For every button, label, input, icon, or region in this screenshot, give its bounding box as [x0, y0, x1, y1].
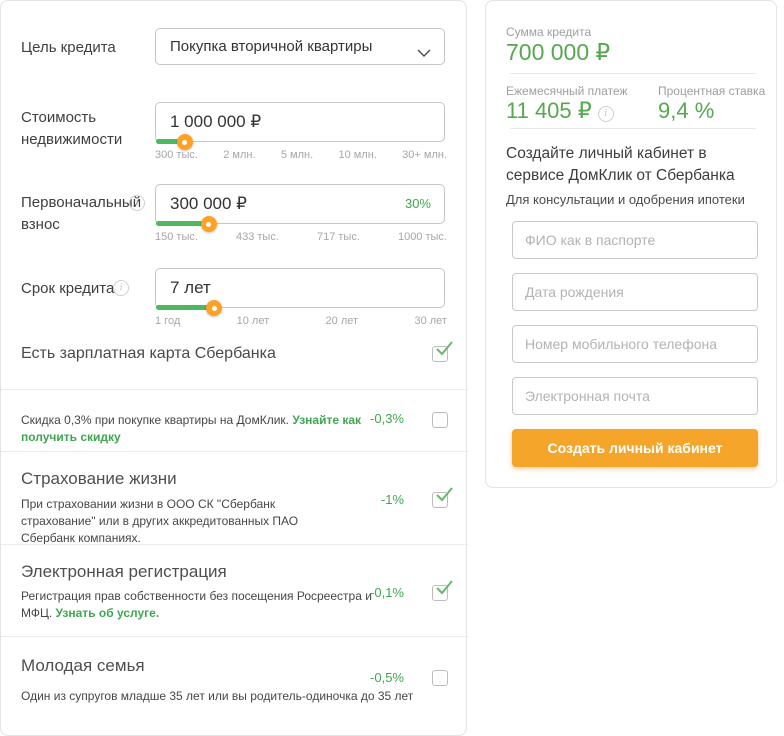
divider	[1, 544, 468, 545]
checkmark-icon	[435, 487, 453, 502]
goal-select-value: Покупка вторичной квартиры	[170, 29, 372, 64]
down-payment-slider-handle[interactable]	[201, 216, 217, 232]
life-insurance-discount-value: -1%	[381, 492, 404, 507]
tick-label: 30+ млн.	[402, 149, 447, 161]
term-slider-handle[interactable]	[206, 300, 222, 316]
e-registration-link[interactable]: Узнать об услуге.	[56, 606, 160, 620]
e-registration-description: Регистрация прав собственности без посещ…	[21, 588, 373, 622]
tick-label: 10 млн.	[338, 149, 376, 161]
loan-amount-label: Сумма кредита	[506, 25, 591, 39]
tick-label: 150 тыс.	[155, 231, 198, 243]
tick-label: 433 тыс.	[236, 231, 279, 243]
goal-label: Цель кредита	[21, 37, 116, 59]
info-icon[interactable]: i	[598, 106, 614, 122]
info-icon[interactable]: i	[129, 195, 145, 211]
mortgage-calculator-page: Цель кредита Покупка вторичной квартиры …	[0, 0, 784, 722]
tick-label: 5 млн.	[281, 149, 313, 161]
tick-label: 300 тыс.	[155, 149, 198, 161]
life-insurance-description: При страховании жизни в ООО СК "Сбербанк…	[21, 496, 333, 547]
create-account-button[interactable]: Создать личный кабинет	[512, 429, 758, 467]
life-insurance-title: Страхование жизни	[21, 469, 177, 489]
goal-select[interactable]: Покупка вторичной квартиры	[155, 28, 445, 65]
signup-subtitle: Для консультации и одобрения ипотеки	[506, 192, 745, 207]
phone-field[interactable]	[512, 325, 758, 363]
loan-amount-value: 700 000 ₽	[506, 39, 610, 66]
salary-card-checkbox[interactable]	[432, 346, 448, 362]
down-payment-slider-ticks: 150 тыс. 433 тыс. 717 тыс. 1000 тыс.	[155, 231, 447, 243]
email-field[interactable]	[512, 377, 758, 415]
full-name-field[interactable]	[512, 221, 758, 259]
salary-card-label: Есть зарплатная карта Сбербанка	[21, 345, 276, 363]
e-registration-checkbox[interactable]	[432, 585, 448, 601]
tick-label: 30 лет	[414, 315, 447, 327]
domclick-discount-checkbox[interactable]	[432, 412, 448, 428]
monthly-payment-label: Ежемесячный платеж	[506, 84, 628, 98]
divider	[1, 636, 468, 637]
tick-label: 20 лет	[326, 315, 359, 327]
domclick-discount-text: Скидка 0,3% при покупке квартиры на ДомК…	[21, 412, 373, 446]
term-label: Срок кредита	[21, 278, 114, 300]
tick-label: 1000 тыс.	[398, 231, 447, 243]
monthly-payment-value: 11 405 ₽ i	[506, 98, 614, 124]
down-payment-label: Первоначальный взнос	[21, 192, 143, 236]
young-family-discount-value: -0,5%	[370, 670, 404, 685]
term-value: 7 лет	[170, 269, 211, 307]
e-registration-discount-value: -0,1%	[370, 585, 404, 600]
domclick-discount-description: Скидка 0,3% при покупке квартиры на ДомК…	[21, 413, 289, 427]
e-registration-title: Электронная регистрация	[21, 562, 227, 582]
chevron-down-icon	[417, 44, 431, 62]
life-insurance-checkbox[interactable]	[432, 492, 448, 508]
term-slider-ticks: 1 год 10 лет 20 лет 30 лет	[155, 315, 447, 327]
young-family-title: Молодая семья	[21, 656, 145, 676]
divider	[1, 389, 468, 390]
down-payment-percent: 30%	[405, 185, 431, 223]
tick-label: 717 тыс.	[317, 231, 360, 243]
cost-input[interactable]: 1 000 000 ₽	[155, 102, 445, 142]
cost-label: Стоимость недвижимости	[21, 107, 149, 151]
domclick-discount-value: -0,3%	[370, 411, 404, 426]
birth-date-field[interactable]	[512, 273, 758, 311]
calculator-panel: Цель кредита Покупка вторичной квартиры …	[0, 0, 467, 736]
divider	[1, 451, 468, 452]
checkmark-icon	[435, 580, 453, 595]
cost-slider-handle[interactable]	[177, 134, 193, 150]
young-family-checkbox[interactable]	[432, 670, 448, 686]
tick-label: 2 млн.	[223, 149, 255, 161]
interest-rate-label: Процентная ставка	[658, 84, 765, 98]
young-family-description: Один из супругов младше 35 лет или вы ро…	[21, 688, 441, 705]
tick-label: 1 год	[155, 315, 180, 327]
tick-label: 10 лет	[237, 315, 270, 327]
checkmark-icon	[435, 341, 453, 356]
divider	[510, 128, 756, 129]
info-icon[interactable]: i	[113, 280, 129, 296]
term-input[interactable]: 7 лет	[155, 268, 445, 308]
summary-panel: Сумма кредита 700 000 ₽ Ежемесячный плат…	[485, 0, 777, 488]
divider	[510, 73, 756, 74]
signup-title: Создайте личный кабинет в сервисе ДомКли…	[506, 143, 768, 187]
monthly-payment-amount: 11 405 ₽	[506, 98, 592, 123]
interest-rate-value: 9,4 %	[658, 98, 714, 124]
down-payment-input[interactable]: 300 000 ₽ 30%	[155, 184, 445, 224]
cost-slider-ticks: 300 тыс. 2 млн. 5 млн. 10 млн. 30+ млн.	[155, 149, 447, 161]
